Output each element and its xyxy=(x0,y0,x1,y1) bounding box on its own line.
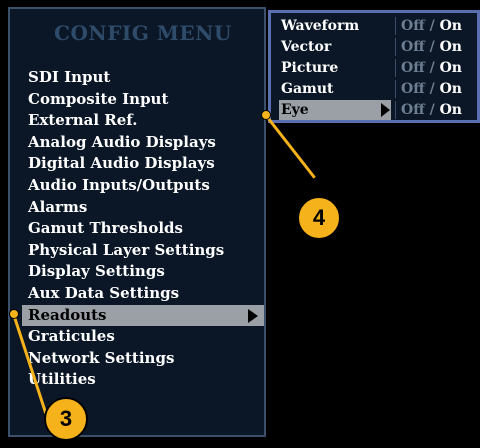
callout-4-leader-line xyxy=(264,114,316,179)
toggle-off-label: Off xyxy=(401,60,425,76)
menu-item-analog-audio-displays[interactable]: Analog Audio Displays xyxy=(22,132,268,154)
submenu-row-eye[interactable]: Eye Off / On xyxy=(277,100,480,120)
callout-4-pointer-dot xyxy=(261,110,271,120)
toggle-off-label: Off xyxy=(401,39,425,55)
submenu-row-waveform[interactable]: Waveform Off / On xyxy=(277,16,480,36)
toggle-off-label: Off xyxy=(401,102,425,118)
callout-3-badge: 3 xyxy=(44,397,88,441)
menu-item-label: Digital Audio Displays xyxy=(28,154,215,173)
menu-title: CONFIG MENU xyxy=(54,21,232,45)
config-menu-panel: CONFIG MENU SDI Input Composite Input Ex… xyxy=(8,7,266,437)
submenu-row-label: Eye xyxy=(279,100,391,120)
menu-item-label: Gamut Thresholds xyxy=(28,219,183,238)
toggle-on-label: On xyxy=(439,81,462,97)
menu-item-readouts[interactable]: Readouts xyxy=(22,304,264,327)
menu-item-label: SDI Input xyxy=(28,68,111,86)
menu-item-alarms[interactable]: Alarms xyxy=(22,197,268,219)
menu-item-physical-layer-settings[interactable]: Physical Layer Settings xyxy=(22,240,268,262)
divider xyxy=(395,17,396,35)
readouts-submenu-panel: Waveform Off / On Vector Off / On Pictur… xyxy=(268,10,480,123)
submenu-row-vector[interactable]: Vector Off / On xyxy=(277,37,480,57)
toggle-separator: / xyxy=(429,60,435,76)
menu-item-utilities[interactable]: Utilities xyxy=(22,369,268,391)
submenu-arrow-icon xyxy=(381,103,390,117)
menu-item-label: Audio Inputs/Outputs xyxy=(28,175,210,194)
off-on-toggle[interactable]: Off / On xyxy=(401,79,462,99)
device-screen: CONFIG MENU SDI Input Composite Input Ex… xyxy=(0,0,480,448)
menu-item-audio-inputs-outputs[interactable]: Audio Inputs/Outputs xyxy=(22,175,268,197)
divider xyxy=(395,80,396,98)
toggle-off-label: Off xyxy=(401,18,425,34)
toggle-separator: / xyxy=(429,39,435,55)
menu-item-gamut-thresholds[interactable]: Gamut Thresholds xyxy=(22,218,268,240)
off-on-toggle[interactable]: Off / On xyxy=(401,58,462,78)
submenu-row-label: Waveform xyxy=(281,18,360,34)
menu-item-label: Composite Input xyxy=(28,89,169,108)
off-on-toggle[interactable]: Off / On xyxy=(401,100,462,120)
menu-item-external-ref[interactable]: External Ref. xyxy=(22,110,268,132)
menu-item-digital-audio-displays[interactable]: Digital Audio Displays xyxy=(22,153,268,175)
menu-item-display-settings[interactable]: Display Settings xyxy=(22,261,268,283)
callout-3-pointer-dot xyxy=(9,309,19,319)
toggle-on-label: On xyxy=(439,39,462,55)
menu-item-composite-input[interactable]: Composite Input xyxy=(22,89,268,111)
menu-item-network-settings[interactable]: Network Settings xyxy=(22,348,268,370)
toggle-separator: / xyxy=(429,18,435,34)
menu-item-label: Analog Audio Displays xyxy=(28,132,216,151)
toggle-on-label: On xyxy=(439,18,462,34)
toggle-on-label: On xyxy=(439,102,462,118)
toggle-separator: / xyxy=(429,81,435,97)
submenu-arrow-icon xyxy=(248,308,258,323)
submenu-row-picture[interactable]: Picture Off / On xyxy=(277,58,480,78)
submenu-row-label: Gamut xyxy=(281,81,334,97)
submenu-row-label: Vector xyxy=(281,39,332,55)
menu-item-label: Physical Layer Settings xyxy=(28,240,225,259)
divider xyxy=(395,59,396,77)
menu-item-graticules[interactable]: Graticules xyxy=(22,326,268,348)
menu-item-label: External Ref. xyxy=(28,111,138,130)
off-on-toggle[interactable]: Off / On xyxy=(401,16,462,36)
toggle-off-label: Off xyxy=(401,81,425,97)
divider xyxy=(395,101,396,119)
menu-item-label: Graticules xyxy=(28,327,115,346)
menu-item-label: Aux Data Settings xyxy=(28,283,180,302)
menu-item-aux-data-settings[interactable]: Aux Data Settings xyxy=(22,283,268,305)
callout-4-badge: 4 xyxy=(297,196,341,240)
off-on-toggle[interactable]: Off / On xyxy=(401,37,462,57)
submenu-row-label: Picture xyxy=(281,60,339,76)
divider xyxy=(395,38,396,56)
submenu-row-gamut[interactable]: Gamut Off / On xyxy=(277,79,480,99)
menu-item-label: Alarms xyxy=(28,197,88,216)
toggle-separator: / xyxy=(429,102,435,118)
menu-item-label: Display Settings xyxy=(28,262,165,281)
toggle-on-label: On xyxy=(439,60,462,76)
menu-item-sdi-input[interactable]: SDI Input xyxy=(22,67,268,89)
menu-item-label: Network Settings xyxy=(28,348,175,367)
menu-list: SDI Input Composite Input External Ref. … xyxy=(22,67,268,391)
menu-item-label: Readouts xyxy=(28,305,107,324)
